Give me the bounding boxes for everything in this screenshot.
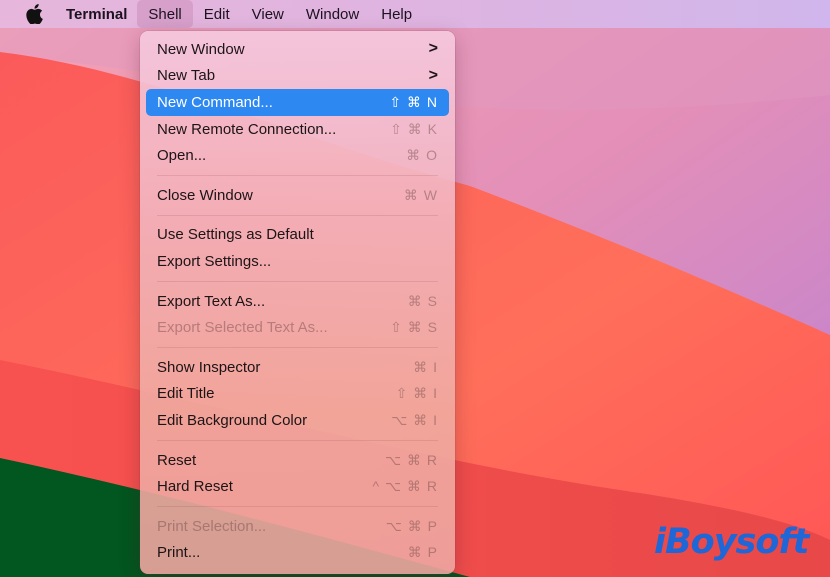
menu-separator <box>157 439 438 441</box>
menu-item-new-remote-connection[interactable]: New Remote Connection... ⇧ ⌘ K <box>146 116 449 143</box>
keyboard-shortcut: ⇧ ⌘ K <box>390 120 438 137</box>
menu-separator <box>157 346 438 348</box>
keyboard-shortcut: ^ ⌥ ⌘ R <box>372 478 438 495</box>
menu-item-label: Use Settings as Default <box>157 226 314 244</box>
menubar-item-view[interactable]: View <box>241 0 295 28</box>
menu-item-label: Open... <box>157 147 207 165</box>
menubar-item-window[interactable]: Window <box>295 0 370 28</box>
chevron-right-icon: > <box>428 40 438 58</box>
keyboard-shortcut: ⌘ I <box>413 358 438 375</box>
menubar-item-edit[interactable]: Edit <box>193 0 241 28</box>
menu-separator <box>157 174 438 176</box>
chevron-right-icon: > <box>428 66 438 84</box>
keyboard-shortcut: ⇧ ⌘ N <box>389 93 438 110</box>
menu-item-open[interactable]: Open... ⌘ O <box>146 142 449 169</box>
menu-item-reset[interactable]: Reset ⌥ ⌘ R <box>146 447 449 474</box>
menu-item-close-window[interactable]: Close Window ⌘ W <box>146 182 449 209</box>
menu-item-label: Edit Title <box>157 385 215 403</box>
shell-dropdown-menu: New Window > New Tab > New Command... ⇧ … <box>140 31 455 574</box>
iboysoft-watermark-logo: iBoysoft <box>654 522 809 562</box>
menu-item-label: Hard Reset <box>157 478 233 496</box>
keyboard-shortcut: ⌥ ⌘ P <box>385 517 438 534</box>
keyboard-shortcut: ⌘ W <box>403 186 438 203</box>
keyboard-shortcut: ⌥ ⌘ I <box>391 411 438 428</box>
menu-item-new-tab[interactable]: New Tab > <box>146 63 449 90</box>
menu-item-label: New Command... <box>157 93 273 111</box>
menu-item-label: Print Selection... <box>157 517 267 535</box>
menu-item-print-selection: Print Selection... ⌥ ⌘ P <box>146 513 449 540</box>
menubar-app-terminal[interactable]: Terminal <box>58 0 137 28</box>
menu-item-edit-title[interactable]: Edit Title ⇧ ⌘ I <box>146 381 449 408</box>
apple-logo-icon[interactable] <box>24 4 44 24</box>
keyboard-shortcut: ⌘ O <box>406 147 438 164</box>
menu-item-export-text-as[interactable]: Export Text As... ⌘ S <box>146 288 449 315</box>
menu-item-use-settings-as-default[interactable]: Use Settings as Default <box>146 222 449 249</box>
menu-item-label: Export Selected Text As... <box>157 319 328 337</box>
menu-bar: Terminal Shell Edit View Window Help <box>0 0 830 28</box>
menu-item-label: New Remote Connection... <box>157 120 337 138</box>
keyboard-shortcut: ⌘ S <box>407 292 438 309</box>
keyboard-shortcut: ⌘ P <box>407 544 438 561</box>
keyboard-shortcut: ⇧ ⌘ I <box>395 385 438 402</box>
menu-item-label: Show Inspector <box>157 358 261 376</box>
menu-separator <box>157 280 438 282</box>
menu-item-label: New Tab <box>157 67 216 85</box>
menu-item-label: Export Text As... <box>157 292 266 310</box>
menu-item-new-window[interactable]: New Window > <box>146 36 449 63</box>
menu-item-new-command[interactable]: New Command... ⇧ ⌘ N <box>146 89 449 116</box>
menu-item-label: Edit Background Color <box>157 411 308 429</box>
keyboard-shortcut: ⇧ ⌘ S <box>390 319 438 336</box>
menubar-item-help[interactable]: Help <box>370 0 423 28</box>
menu-item-hard-reset[interactable]: Hard Reset ^ ⌥ ⌘ R <box>146 473 449 500</box>
menu-item-export-settings[interactable]: Export Settings... <box>146 248 449 275</box>
menu-separator <box>157 505 438 507</box>
menu-item-label: Export Settings... <box>157 252 272 270</box>
menu-item-show-inspector[interactable]: Show Inspector ⌘ I <box>146 354 449 381</box>
menu-item-export-selected-text-as: Export Selected Text As... ⇧ ⌘ S <box>146 314 449 341</box>
menu-item-label: Reset <box>157 451 197 469</box>
menubar-item-shell[interactable]: Shell <box>137 0 193 28</box>
menu-item-label: New Window <box>157 40 245 58</box>
menu-item-label: Close Window <box>157 186 253 204</box>
menu-separator <box>157 214 438 216</box>
menu-item-print[interactable]: Print... ⌘ P <box>146 540 449 567</box>
menu-item-label: Print... <box>157 544 201 562</box>
menu-item-edit-background-color[interactable]: Edit Background Color ⌥ ⌘ I <box>146 407 449 434</box>
keyboard-shortcut: ⌥ ⌘ R <box>384 451 438 468</box>
